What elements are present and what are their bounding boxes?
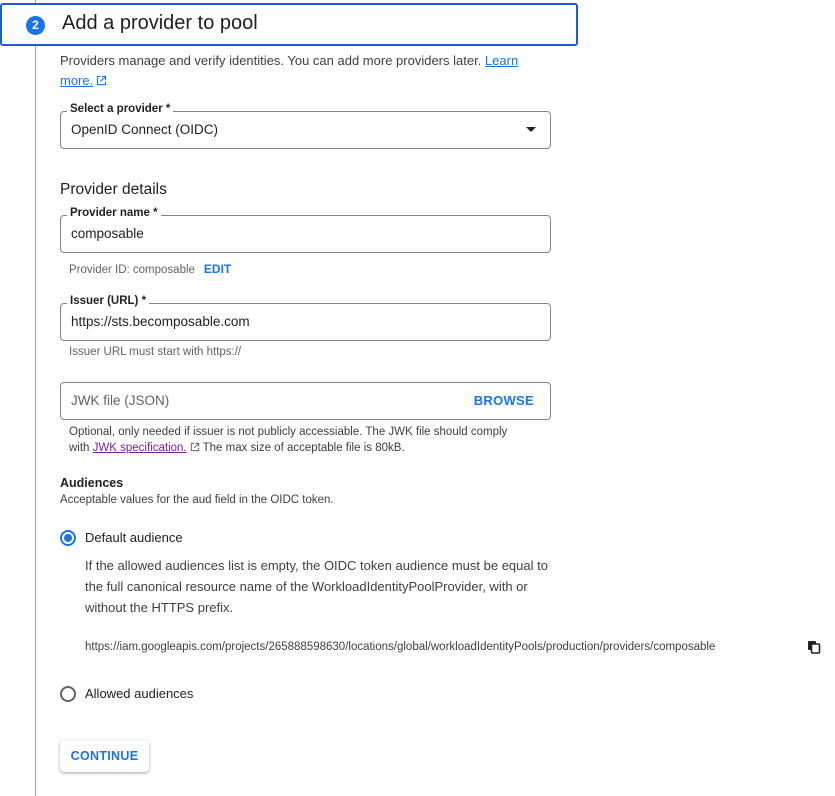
continue-button[interactable]: CONTINUE bbox=[60, 740, 149, 772]
provider-name-label: Provider name * bbox=[67, 207, 161, 219]
audiences-description: Acceptable values for the aud field in t… bbox=[60, 494, 334, 506]
default-audience-radio[interactable] bbox=[60, 530, 76, 546]
jwk-file-field[interactable]: JWK file (JSON) BROWSE bbox=[60, 382, 551, 420]
external-link-icon bbox=[97, 75, 107, 86]
step-title: Add a provider to pool bbox=[62, 12, 258, 34]
provider-select-label: Select a provider * bbox=[67, 103, 174, 115]
copy-icon[interactable] bbox=[807, 640, 821, 654]
external-link-icon bbox=[190, 442, 199, 452]
audiences-title: Audiences bbox=[60, 476, 124, 490]
default-audience-label: Default audience bbox=[85, 530, 183, 545]
provider-name-field[interactable]: Provider name * composable bbox=[60, 207, 551, 253]
edit-provider-id-button[interactable]: EDIT bbox=[204, 262, 231, 276]
provider-details-heading: Provider details bbox=[60, 181, 167, 198]
provider-select[interactable]: Select a provider * OpenID Connect (OIDC… bbox=[60, 103, 551, 149]
provider-id-text: Provider ID: composable EDIT bbox=[69, 262, 231, 276]
step-description: Providers manage and verify identities. … bbox=[60, 51, 550, 91]
default-audience-explanation: If the allowed audiences list is empty, … bbox=[85, 558, 548, 615]
browse-button[interactable]: BROWSE bbox=[474, 393, 534, 408]
issuer-url-field[interactable]: Issuer (URL) * https://sts.becomposable.… bbox=[60, 295, 551, 341]
provider-name-value: composable bbox=[71, 226, 144, 241]
chevron-down-icon bbox=[526, 127, 536, 132]
allowed-audiences-label: Allowed audiences bbox=[85, 686, 194, 701]
jwk-file-placeholder: JWK file (JSON) bbox=[71, 393, 170, 408]
provider-id-label: Provider ID: composable bbox=[69, 264, 195, 276]
jwk-specification-link[interactable]: JWK specification. bbox=[93, 442, 187, 454]
stepper-line bbox=[35, 0, 36, 796]
issuer-url-label: Issuer (URL) * bbox=[67, 295, 150, 307]
issuer-url-helper: Issuer URL must start with https:// bbox=[69, 346, 242, 358]
provider-select-value: OpenID Connect (OIDC) bbox=[71, 122, 219, 137]
issuer-url-value: https://sts.becomposable.com bbox=[71, 314, 250, 329]
jwk-helper-after: The max size of acceptable file is 80kB. bbox=[202, 442, 405, 454]
jwk-helper-text: Optional, only needed if issuer is not p… bbox=[69, 424, 529, 456]
allowed-audiences-radio[interactable] bbox=[60, 686, 76, 702]
step-header: 2 Add a provider to pool bbox=[0, 3, 578, 46]
step-description-text: Providers manage and verify identities. … bbox=[60, 53, 482, 68]
default-audience-url: https://iam.googleapis.com/projects/2658… bbox=[85, 641, 716, 653]
step-number-badge: 2 bbox=[26, 16, 45, 35]
